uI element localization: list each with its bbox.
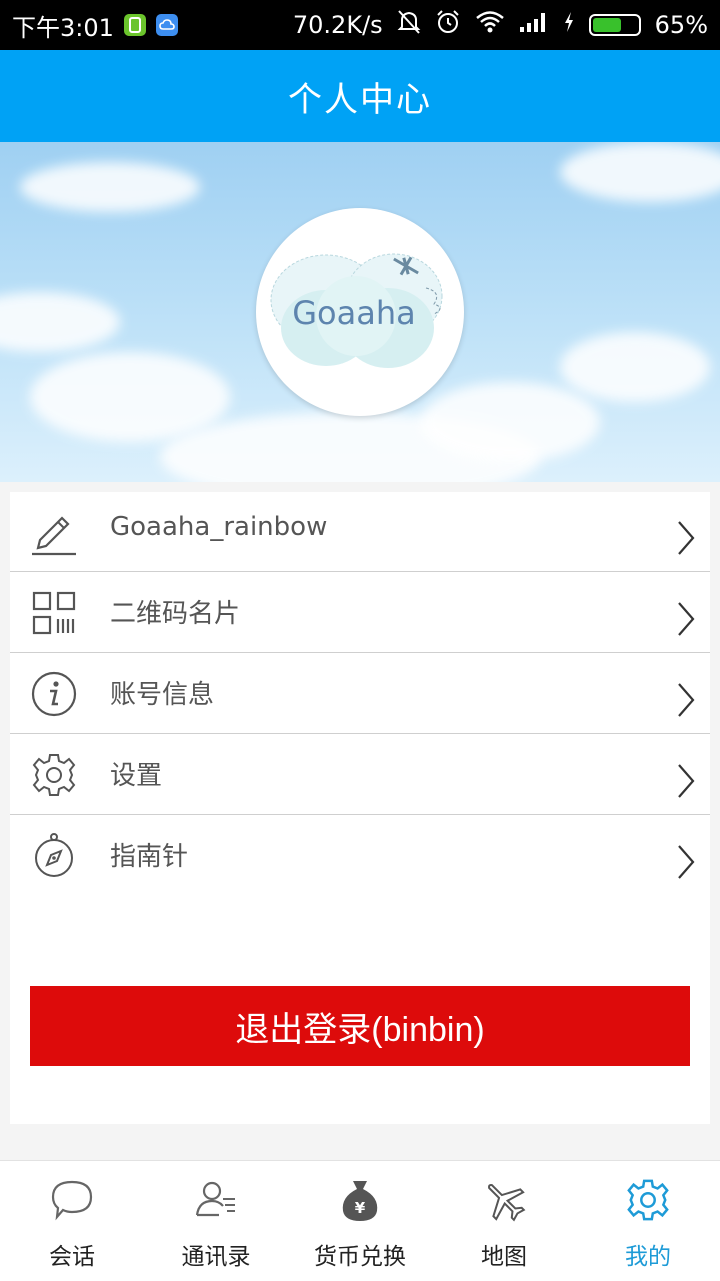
menu-item-label: 设置 — [110, 761, 163, 791]
menu-item-label: 账号信息 — [110, 680, 215, 710]
logout-button[interactable]: 退出登录(binbin) — [30, 986, 690, 1066]
status-bar: 下午3:01 70.2K/s 65% — [0, 0, 720, 50]
mute-bell-icon — [397, 9, 421, 41]
tab-chat[interactable]: 会话 — [0, 1161, 144, 1281]
menu-item-qr-card[interactable]: 二维码名片 — [10, 573, 710, 653]
battery-icon — [588, 14, 641, 36]
info-icon — [30, 670, 78, 718]
chevron-right-icon — [676, 520, 696, 556]
battery-percent: 65% — [654, 11, 708, 39]
avatar-logo-text: Goaaha — [292, 294, 415, 332]
menu-item-compass[interactable]: 指南针 — [10, 816, 710, 896]
bottom-tab-bar: 会话 通讯录 ¥ 货币兑换 地图 我的 — [0, 1160, 720, 1281]
airplane-icon — [481, 1177, 527, 1223]
cloud-app-icon — [155, 14, 178, 36]
contacts-icon — [193, 1177, 239, 1223]
tab-label: 通讯录 — [181, 1244, 251, 1270]
notification-app-icon — [123, 14, 146, 36]
gear-icon — [30, 751, 78, 799]
charging-bolt-icon — [563, 11, 575, 39]
tab-me[interactable]: 我的 — [576, 1161, 720, 1281]
profile-banner: Goaaha — [0, 142, 720, 482]
chevron-right-icon — [676, 763, 696, 799]
menu-item-username[interactable]: Goaaha_rainbow — [10, 492, 710, 572]
app-header: 个人中心 — [0, 50, 720, 142]
menu-item-label: 二维码名片 — [110, 599, 241, 629]
tab-label: 会话 — [49, 1244, 95, 1270]
tab-contacts[interactable]: 通讯录 — [144, 1161, 288, 1281]
wifi-icon — [475, 10, 505, 40]
qr-code-icon — [30, 589, 78, 637]
menu-item-label: Goaaha_rainbow — [110, 512, 328, 542]
compass-icon — [30, 832, 78, 880]
avatar[interactable]: Goaaha — [256, 208, 464, 416]
menu-item-label: 指南针 — [110, 842, 189, 872]
signal-icon — [519, 11, 549, 39]
chevron-right-icon — [676, 844, 696, 880]
gear-icon — [625, 1177, 671, 1223]
tab-currency-exchange[interactable]: ¥ 货币兑换 — [288, 1161, 432, 1281]
chevron-right-icon — [676, 682, 696, 718]
chevron-right-icon — [676, 601, 696, 637]
edit-pencil-icon — [30, 508, 78, 556]
network-speed: 70.2K/s — [292, 11, 383, 39]
alarm-icon — [435, 9, 461, 41]
chat-bubble-icon — [49, 1177, 95, 1223]
svg-text:¥: ¥ — [355, 1199, 366, 1217]
tab-map[interactable]: 地图 — [432, 1161, 576, 1281]
tab-label: 我的 — [625, 1244, 671, 1270]
tab-label: 货币兑换 — [314, 1244, 406, 1270]
money-bag-icon: ¥ — [337, 1177, 383, 1223]
status-time: 下午3:01 — [12, 13, 114, 42]
menu-item-settings[interactable]: 设置 — [10, 735, 710, 815]
tab-label: 地图 — [481, 1244, 527, 1270]
menu-item-account-info[interactable]: 账号信息 — [10, 654, 710, 734]
page-title: 个人中心 — [288, 79, 432, 120]
